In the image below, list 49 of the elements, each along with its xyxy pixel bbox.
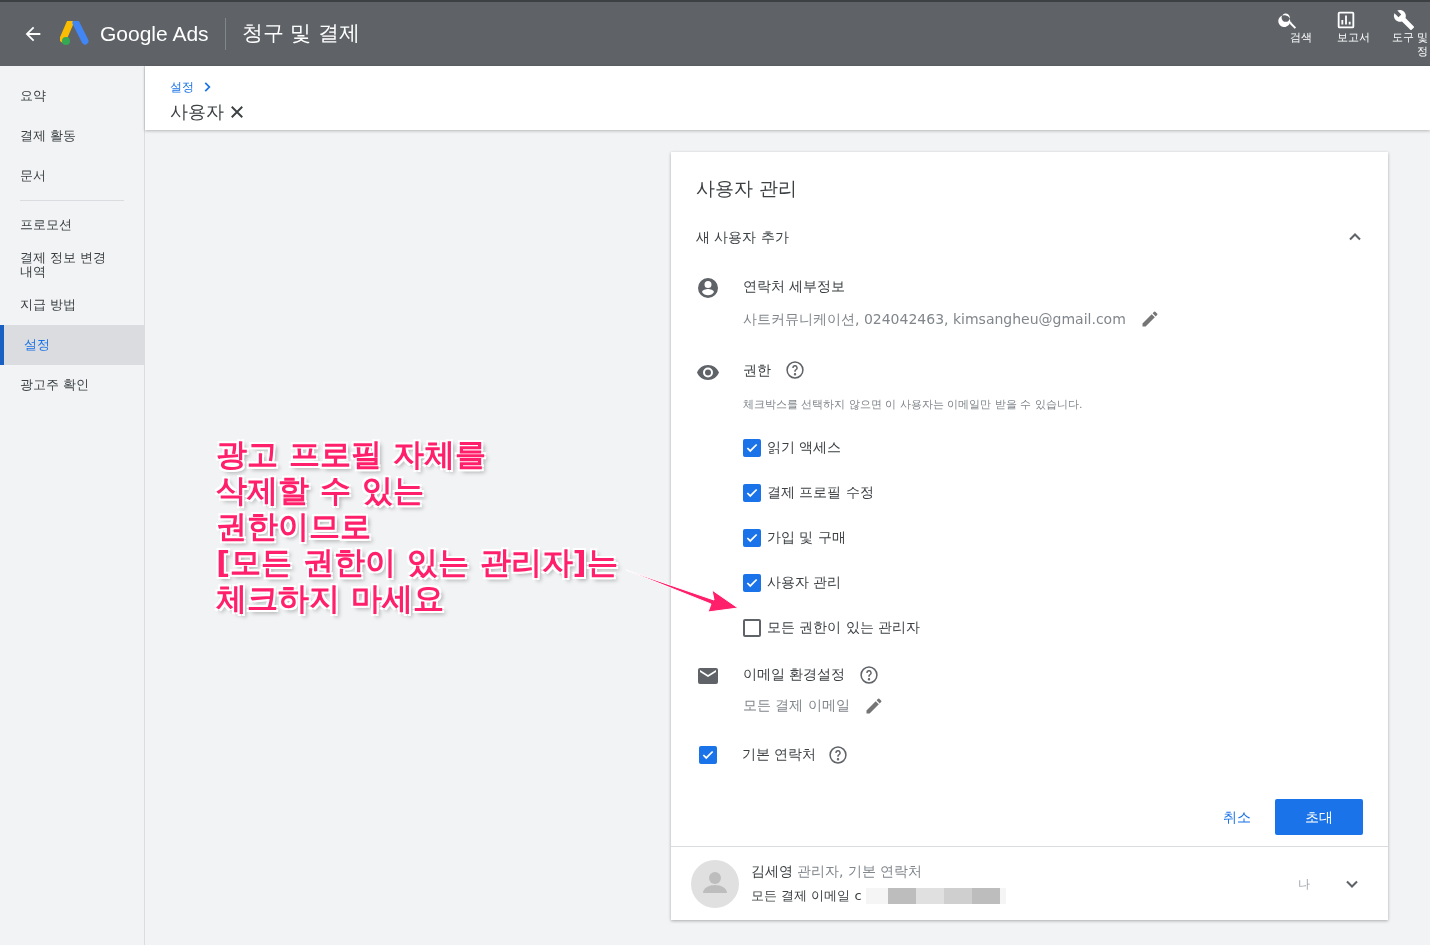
invite-button[interactable]: 초대 bbox=[1275, 799, 1363, 835]
account-icon bbox=[696, 275, 720, 300]
checkbox-label: 결제 프로필 수정 bbox=[767, 483, 874, 502]
sidebar-item[interactable]: 결제 정보 변경 내역 bbox=[0, 245, 144, 285]
bar-chart-icon bbox=[1335, 9, 1357, 31]
checkbox[interactable] bbox=[743, 618, 761, 637]
contact-details: 사트커뮤니케이션, 024042463, kimsangheu@gmail.com bbox=[743, 309, 1126, 329]
sidebar-item[interactable]: 결제 활동 bbox=[0, 116, 144, 156]
avatar-icon bbox=[691, 859, 739, 908]
checkbox-label: 기본 연락처 bbox=[742, 745, 817, 764]
logo-icon bbox=[60, 21, 90, 47]
breadcrumb-current: 사용자 bbox=[170, 100, 224, 124]
field-label: 이메일 환경설정 bbox=[743, 665, 846, 684]
field-label: 연락처 세부정보 bbox=[743, 276, 847, 296]
page-title: 청구 및 결제 bbox=[241, 20, 360, 48]
checkbox[interactable] bbox=[743, 573, 761, 592]
checkbox-label: 사용자 관리 bbox=[767, 573, 842, 592]
sidebar-item[interactable]: 문서 bbox=[0, 156, 144, 196]
hint-text: 체크박스를 선택하지 않으면 이 사용자는 이메일만 받을 수 있습니다. bbox=[743, 396, 1083, 413]
help-icon[interactable] bbox=[785, 360, 805, 380]
checkbox-label: 가입 및 구매 bbox=[767, 528, 846, 547]
brand-name: Google Ads bbox=[100, 21, 209, 48]
checkbox[interactable] bbox=[743, 483, 761, 502]
breadcrumb-link[interactable]: 설정 bbox=[170, 78, 194, 96]
section-title: 새 사용자 추가 bbox=[696, 227, 789, 247]
checkbox-label: 읽기 액세스 bbox=[767, 438, 842, 457]
field-label: 권한 bbox=[743, 360, 771, 380]
wrench-icon bbox=[1393, 9, 1415, 31]
toolbar-button[interactable]: 보고서 bbox=[1322, 9, 1370, 45]
annotation-text: 광고 프로필 자체를 삭제할 수 있는 권한이므로 [모든 권한이 있는 관리자]는 체크하지 마세요 bbox=[216, 436, 618, 616]
toolbar-button[interactable]: 도구 및 정 bbox=[1380, 9, 1428, 59]
sidebar-item[interactable]: 프로모션 bbox=[0, 205, 144, 245]
checkbox[interactable] bbox=[743, 438, 761, 457]
email-preference: 모든 결제 이메일 bbox=[743, 696, 850, 715]
cancel-button[interactable]: 취소 bbox=[1223, 806, 1251, 828]
sidebar-item[interactable]: 광고주 확인 bbox=[0, 365, 144, 405]
checkbox[interactable] bbox=[743, 528, 761, 547]
checkbox-label: 모든 권한이 있는 관리자 bbox=[767, 618, 921, 637]
help-icon[interactable] bbox=[828, 744, 849, 765]
user-tag: 나 bbox=[1298, 874, 1310, 893]
help-icon[interactable] bbox=[859, 664, 880, 685]
sidebar-item[interactable]: 요약 bbox=[0, 76, 144, 116]
toolbar-button[interactable]: 검색 bbox=[1264, 9, 1312, 45]
user-emails: 모든 결제 이메일 c bbox=[751, 887, 862, 906]
user-name: 김세영 bbox=[751, 862, 793, 882]
checkbox[interactable] bbox=[699, 745, 717, 764]
card-title: 사용자 관리 bbox=[696, 176, 799, 201]
user-roles: 관리자, 기본 연락처 bbox=[797, 862, 923, 882]
sidebar-item[interactable]: 지급 방법 bbox=[0, 285, 144, 325]
